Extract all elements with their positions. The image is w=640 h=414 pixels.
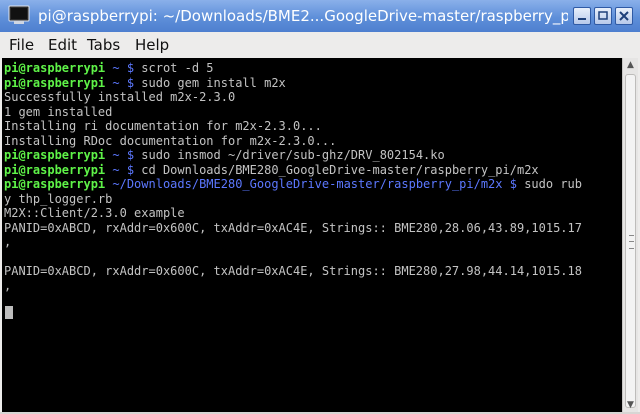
maximize-button[interactable] bbox=[594, 7, 612, 25]
output-text: PANID=0xABCD, rxAddr=0x600C, txAddr=0xAC… bbox=[4, 264, 582, 278]
scroll-up-icon[interactable]: ▲ bbox=[623, 58, 638, 72]
menu-tabs[interactable]: Tabs bbox=[87, 32, 120, 58]
terminal-line: 1 gem installed bbox=[4, 105, 112, 119]
command-text: sudo rub bbox=[516, 177, 582, 191]
menu-file[interactable]: File bbox=[9, 32, 34, 58]
scrollbar-thumb[interactable] bbox=[625, 74, 636, 408]
terminal-line: pi@raspberrypi ~ $ sudo insmod ~/driver/… bbox=[4, 148, 445, 162]
terminal-line: PANID=0xABCD, rxAddr=0x600C, txAddr=0xAC… bbox=[4, 264, 582, 278]
terminal-line: Installing RDoc documentation for m2x-2.… bbox=[4, 134, 336, 148]
output-text: Installing RDoc documentation for m2x-2.… bbox=[4, 133, 337, 148]
close-button[interactable] bbox=[615, 7, 633, 25]
minimize-icon bbox=[578, 18, 586, 20]
window-title: pi@raspberrypi: ~/Downloads/BME2...Googl… bbox=[38, 7, 568, 25]
menu-help[interactable]: Help bbox=[135, 32, 169, 58]
terminal-line: PANID=0xABCD, rxAddr=0x600C, txAddr=0xAC… bbox=[4, 221, 582, 235]
text-cursor bbox=[5, 306, 13, 319]
command-text: cd Downloads/BME280_GoogleDrive-master/r… bbox=[134, 162, 539, 177]
command-text: sudo insmod ~/driver/sub-ghz/DRV_802154.… bbox=[134, 148, 445, 162]
terminal-line: pi@raspberrypi ~ $ sudo gem install m2x bbox=[4, 76, 286, 90]
output-text: , bbox=[4, 278, 12, 293]
vertical-scrollbar[interactable]: ▲ ▼ bbox=[622, 58, 638, 412]
terminal-line: M2X::Client/2.3.0 example bbox=[4, 206, 185, 220]
terminal-line: pi@raspberrypi ~ $ cd Downloads/BME280_G… bbox=[4, 163, 539, 177]
terminal-line: y thp_logger.rb bbox=[4, 192, 112, 206]
output-text: Installing ri documentation for m2x-2.3.… bbox=[4, 119, 322, 133]
command-text: scrot -d 5 bbox=[134, 61, 214, 75]
output-text: M2X::Client/2.3.0 example bbox=[4, 206, 185, 220]
prompt-user: pi@raspberrypi bbox=[4, 75, 106, 90]
close-icon bbox=[619, 11, 629, 21]
output-text: Successfully installed m2x-2.3.0 bbox=[4, 90, 236, 104]
terminal-line: , bbox=[4, 279, 11, 293]
prompt-path: ~ $ bbox=[105, 148, 135, 162]
prompt-user: pi@raspberrypi bbox=[4, 148, 106, 162]
terminal-icon bbox=[8, 5, 30, 24]
output-text: 1 gem installed bbox=[4, 104, 113, 119]
terminal-line: pi@raspberrypi ~/Downloads/BME280_Google… bbox=[4, 177, 582, 191]
terminal-line: Installing ri documentation for m2x-2.3.… bbox=[4, 119, 322, 133]
terminal-line: Successfully installed m2x-2.3.0 bbox=[4, 90, 235, 104]
terminal-line: pi@raspberrypi ~ $ scrot -d 5 bbox=[4, 61, 214, 75]
prompt-path: ~ $ bbox=[105, 61, 135, 75]
prompt-path: ~ $ bbox=[105, 162, 135, 177]
scroll-down-icon[interactable]: ▼ bbox=[623, 398, 638, 412]
menu-edit[interactable]: Edit bbox=[48, 32, 77, 58]
maximize-icon bbox=[598, 11, 608, 20]
prompt-user: pi@raspberrypi bbox=[4, 61, 106, 75]
prompt-path: ~ $ bbox=[105, 75, 135, 90]
prompt-path: ~/Downloads/BME280_GoogleDrive-master/ra… bbox=[105, 177, 517, 191]
title-bar[interactable]: pi@raspberrypi: ~/Downloads/BME2...Googl… bbox=[0, 0, 640, 32]
minimize-button[interactable] bbox=[573, 7, 591, 25]
menu-bar: File Edit Tabs Help bbox=[0, 32, 640, 58]
command-text: sudo gem install m2x bbox=[134, 75, 286, 90]
prompt-user: pi@raspberrypi bbox=[4, 177, 106, 191]
terminal-output[interactable]: pi@raspberrypi ~ $ scrot -d 5 pi@raspberr… bbox=[2, 58, 622, 412]
grip-icon bbox=[629, 235, 634, 249]
output-text: PANID=0xABCD, rxAddr=0x600C, txAddr=0xAC… bbox=[4, 220, 582, 235]
prompt-user: pi@raspberrypi bbox=[4, 162, 106, 177]
output-text: y thp_logger.rb bbox=[4, 191, 113, 206]
output-text: , bbox=[4, 235, 12, 249]
terminal-line: , bbox=[4, 235, 11, 249]
terminal-window: pi@raspberrypi: ~/Downloads/BME2...Googl… bbox=[0, 0, 640, 414]
